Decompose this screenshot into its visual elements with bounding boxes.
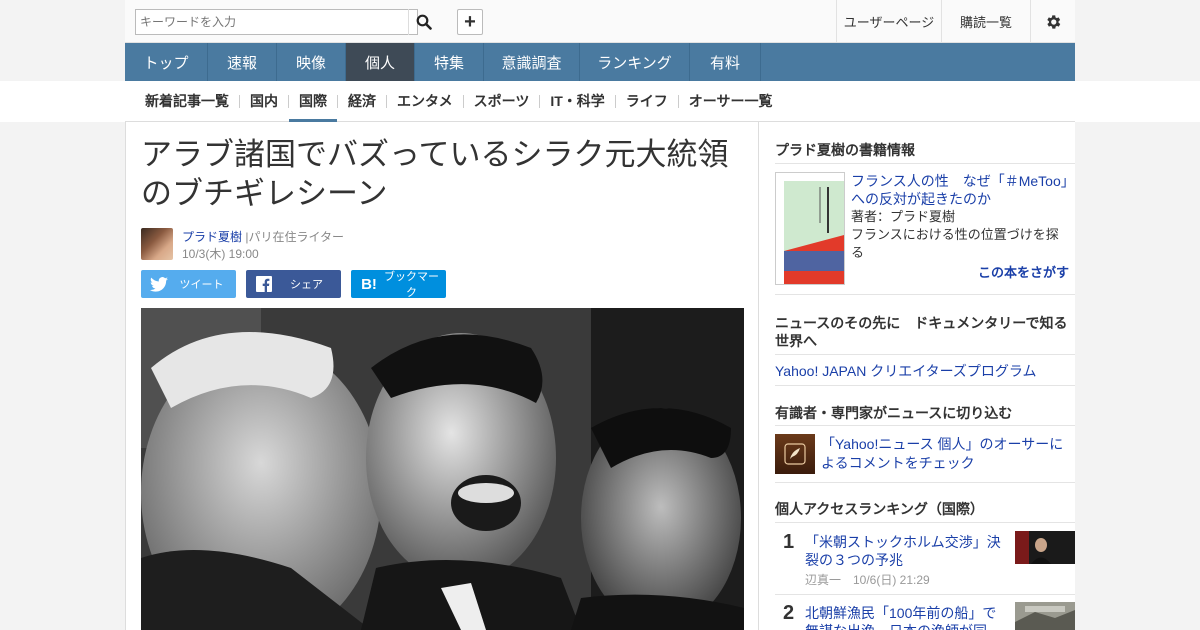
divider bbox=[775, 482, 1075, 483]
search-button[interactable] bbox=[408, 9, 438, 35]
author-name[interactable]: プラド夏樹 bbox=[182, 230, 242, 244]
ranking-number: 1 bbox=[783, 531, 795, 553]
nav-video[interactable]: 映像 bbox=[277, 43, 346, 81]
ranking-thumbnail[interactable] bbox=[1015, 531, 1075, 564]
hatena-bookmark-label: ブックマーク bbox=[384, 271, 439, 299]
subnav-life[interactable]: ライフ bbox=[616, 81, 678, 122]
ranking-thumbnail[interactable] bbox=[1015, 602, 1075, 630]
subnav-latest[interactable]: 新着記事一覧 bbox=[135, 81, 239, 122]
expert-comment-link[interactable]: 「Yahoo!ニュース 個人」のオーサーによるコメントをチェック bbox=[821, 435, 1071, 473]
divider bbox=[775, 354, 1075, 355]
search-input[interactable] bbox=[136, 10, 411, 34]
ranking-number: 2 bbox=[783, 602, 795, 624]
hatena-bookmark-button[interactable]: B! ブックマーク bbox=[351, 270, 446, 299]
subnav-it-science[interactable]: IT・科学 bbox=[540, 81, 614, 122]
author-role: |パリ在住ライター bbox=[245, 230, 344, 244]
ranking-heading: 個人アクセスランキング（国際） bbox=[775, 501, 984, 517]
ranking-item[interactable]: 1 「米朝ストックホルム交渉」決裂の３つの予兆 辺真一 10/6(日) 21:2… bbox=[775, 531, 1075, 591]
facebook-icon bbox=[250, 276, 278, 292]
author-avatar[interactable] bbox=[141, 228, 173, 260]
nav-individual[interactable]: 個人 bbox=[346, 43, 415, 81]
article-photo bbox=[141, 308, 744, 630]
subnav-economy[interactable]: 経済 bbox=[338, 81, 386, 122]
feather-icon bbox=[784, 443, 806, 465]
article: アラブ諸国でバズっているシラク元大統領 のブチギレシーン プラド夏樹 |パリ在住… bbox=[125, 122, 759, 630]
user-page-link[interactable]: ユーザーページ bbox=[836, 0, 941, 43]
divider bbox=[775, 522, 1075, 523]
facebook-share-label: シェア bbox=[290, 279, 323, 291]
plus-icon: + bbox=[464, 10, 476, 33]
subnav-domestic[interactable]: 国内 bbox=[240, 81, 288, 122]
book-section-heading: プラド夏樹の書籍情報 bbox=[775, 142, 915, 158]
ranking-meta: 辺真一 10/6(日) 21:29 bbox=[805, 573, 930, 587]
search-box bbox=[135, 9, 418, 35]
subnav-sports[interactable]: スポーツ bbox=[464, 81, 540, 122]
book-author: 著者：プラド夏樹 bbox=[851, 209, 956, 224]
book-description: フランスにおける性の位置づけを探る bbox=[851, 227, 1059, 260]
nav-ranking[interactable]: ランキング bbox=[580, 43, 690, 81]
nav-paid[interactable]: 有料 bbox=[690, 43, 761, 81]
gear-icon bbox=[1047, 14, 1061, 29]
article-date: 10/3(木) 19:00 bbox=[182, 247, 259, 261]
main-nav: トップ 速報 映像 個人 特集 意識調査 ランキング 有料 bbox=[125, 43, 1075, 81]
twitter-icon bbox=[145, 276, 173, 292]
divider bbox=[775, 385, 1075, 386]
ranking-title[interactable]: 「米朝ストックホルム交渉」決裂の３つの予兆 bbox=[805, 533, 1007, 569]
documentary-heading: ニュースのその先に ドキュメンタリーで知る世界へ bbox=[775, 315, 1068, 349]
search-icon bbox=[416, 14, 432, 30]
subnav-international[interactable]: 国際 bbox=[289, 81, 337, 122]
creators-program-link[interactable]: Yahoo! JAPAN クリエイターズプログラム bbox=[775, 361, 1037, 381]
tweet-button[interactable]: ツイート bbox=[141, 270, 236, 298]
facebook-share-button[interactable]: シェア bbox=[246, 270, 341, 298]
book-title-link[interactable]: フランス人の性 なぜ「＃MeToo」への反対が起きたのか bbox=[851, 172, 1069, 208]
hatena-bookmark-icon: B! bbox=[361, 275, 377, 293]
subscriptions-link[interactable]: 購読一覧 bbox=[941, 0, 1030, 43]
expert-heading: 有識者・専門家がニュースに切り込む bbox=[775, 405, 1013, 421]
nav-breaking[interactable]: 速報 bbox=[208, 43, 277, 81]
add-button[interactable]: + bbox=[457, 9, 483, 35]
top-bar: + ユーザーページ 購読一覧 bbox=[125, 0, 1075, 43]
article-title: アラブ諸国でバズっているシラク元大統領 のブチギレシーン bbox=[141, 136, 741, 214]
tweet-label: ツイート bbox=[179, 279, 224, 291]
divider bbox=[775, 425, 1075, 426]
sidebar: プラド夏樹の書籍情報 フランス人の性 なぜ「＃MeToo」への反対が起きたのか … bbox=[759, 122, 1075, 630]
book-cover-image[interactable] bbox=[775, 172, 845, 285]
ranking-title[interactable]: 北朝鮮漁民「100年前の船」で無謀な出漁…日本の漁師が同 bbox=[805, 604, 1007, 630]
subnav-authors[interactable]: オーサー一覧 bbox=[679, 81, 783, 122]
subnav-entertainment[interactable]: エンタメ bbox=[387, 81, 463, 122]
book-meta: 著者：プラド夏樹 フランスにおける性の位置づけを探る bbox=[851, 208, 1067, 262]
settings-button[interactable] bbox=[1030, 0, 1075, 43]
ranking-item[interactable]: 2 北朝鮮漁民「100年前の船」で無謀な出漁…日本の漁師が同 bbox=[775, 602, 1075, 630]
article-title-line1: アラブ諸国でバズっているシラク元大統領 bbox=[141, 137, 729, 173]
find-book-link[interactable]: この本をさがす bbox=[978, 262, 1069, 281]
nav-features[interactable]: 特集 bbox=[415, 43, 484, 81]
sub-nav: 新着記事一覧 国内 国際 経済 エンタメ スポーツ IT・科学 ライフ オーサー… bbox=[125, 81, 1075, 122]
divider bbox=[775, 294, 1075, 295]
author-line: プラド夏樹 |パリ在住ライター bbox=[182, 228, 344, 245]
divider bbox=[775, 594, 1075, 595]
divider bbox=[775, 163, 1075, 164]
expert-comment-icon[interactable] bbox=[775, 434, 815, 474]
article-title-line2: のブチギレシーン bbox=[141, 176, 388, 212]
nav-top[interactable]: トップ bbox=[125, 43, 208, 81]
nav-survey[interactable]: 意識調査 bbox=[484, 43, 580, 81]
